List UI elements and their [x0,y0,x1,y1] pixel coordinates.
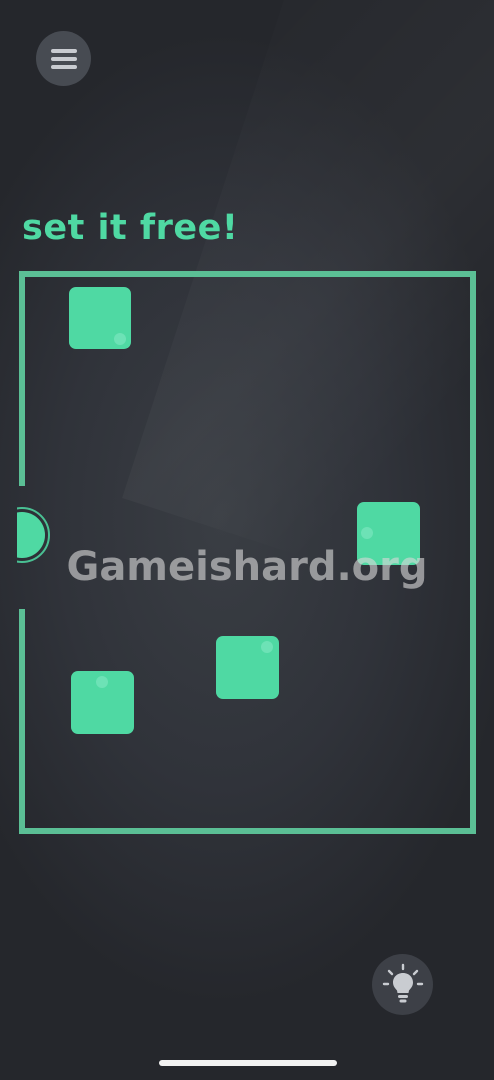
lightbulb-icon [382,963,423,1002]
movable-block[interactable] [71,671,134,734]
home-indicator[interactable] [159,1060,337,1066]
level-title: set it free! [22,208,239,248]
movable-block[interactable] [357,502,420,565]
ball[interactable] [17,507,50,563]
game-screen: set it free! Gameishard.org [0,0,494,1080]
hint-button[interactable] [372,954,433,1015]
movable-block[interactable] [69,287,131,349]
menu-button[interactable] [36,31,91,86]
game-board[interactable] [17,269,479,837]
board-canvas [17,271,476,834]
movable-block[interactable] [216,636,279,699]
hamburger-menu-icon [50,48,77,69]
